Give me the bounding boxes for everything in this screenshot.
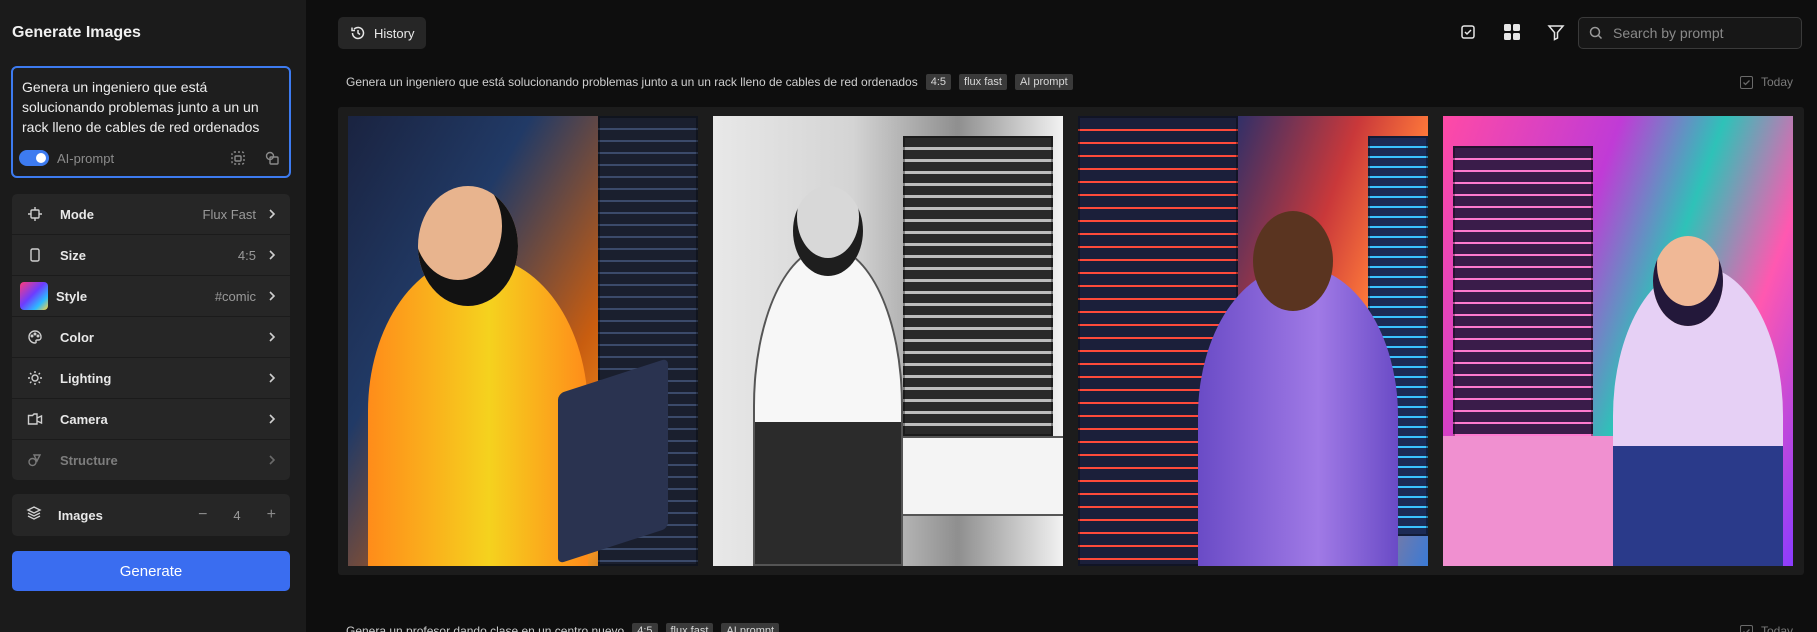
shapes-icon[interactable]	[263, 149, 281, 167]
group-1-date: Today	[1739, 75, 1793, 89]
option-camera[interactable]: Camera	[12, 399, 290, 439]
group-1-meta: Genera un ingeniero que está solucionand…	[346, 74, 1073, 90]
option-lighting-label: Lighting	[60, 370, 112, 386]
option-size-label: Size	[60, 247, 87, 263]
prompt-text[interactable]: Genera un ingeniero que está solucionand…	[22, 77, 284, 137]
option-mode-value: Flux Fast	[202, 206, 256, 222]
tag-aspect: 4:5	[632, 623, 658, 632]
camera-icon	[26, 410, 44, 428]
group-1-date-label: Today	[1760, 75, 1793, 89]
select-checkbox-icon[interactable]	[1458, 22, 1478, 42]
tag-aspect: 4:5	[925, 74, 952, 90]
chevron-right-icon	[268, 208, 278, 220]
generated-image-1[interactable]	[348, 116, 698, 566]
view-toolbar	[1458, 22, 1566, 42]
option-color-label: Color	[60, 329, 94, 345]
generate-button[interactable]: Generate	[12, 551, 290, 591]
option-style-value: #comic	[214, 288, 256, 304]
chevron-right-icon	[268, 331, 278, 343]
options-list: Mode Flux Fast Size 4:5 Style #comic Col…	[12, 194, 290, 481]
tag-ai-prompt: AI prompt	[721, 623, 780, 632]
mode-icon	[26, 205, 44, 223]
option-structure[interactable]: Structure	[12, 440, 290, 480]
option-style-label: Style	[56, 288, 88, 304]
images-stepper: − 4 +	[198, 506, 276, 524]
style-thumbnail	[20, 282, 48, 310]
images-count-row: Images − 4 +	[12, 494, 290, 536]
generated-image-4[interactable]	[1443, 116, 1793, 566]
search-box	[1578, 17, 1802, 49]
group-2-date: Today	[1739, 624, 1793, 632]
chevron-right-icon	[268, 290, 278, 302]
tag-ai-prompt: AI prompt	[1014, 74, 1073, 90]
option-mode-label: Mode	[60, 206, 94, 222]
image-gallery	[338, 107, 1804, 575]
option-structure-label: Structure	[60, 452, 118, 468]
tag-model: flux fast	[665, 623, 714, 632]
group-1-prompt[interactable]: Genera un ingeniero que está solucionand…	[346, 75, 918, 89]
structure-icon	[26, 451, 44, 469]
history-label: History	[374, 25, 415, 41]
images-count: 4	[233, 507, 241, 523]
generated-image-3[interactable]	[1078, 116, 1428, 566]
ai-prompt-toggle[interactable]	[19, 150, 49, 166]
chevron-right-icon	[268, 372, 278, 384]
search-icon	[1589, 26, 1603, 40]
group-2-prompt[interactable]: Genera un profesor dando clase en un cen…	[346, 624, 624, 632]
chevron-right-icon	[268, 413, 278, 425]
group-2-date-label: Today	[1760, 624, 1793, 632]
option-camera-label: Camera	[60, 411, 108, 427]
option-style[interactable]: Style #comic	[12, 276, 290, 316]
history-button[interactable]: History	[338, 17, 427, 49]
option-size-value: 4:5	[237, 247, 256, 263]
decrement-button[interactable]: −	[198, 506, 207, 524]
images-label: Images	[58, 507, 103, 523]
sidebar: Generate Images Genera un ingeniero que …	[0, 0, 306, 632]
prompt-toolbar: AI-prompt	[19, 148, 281, 168]
chevron-right-icon	[268, 249, 278, 261]
group-1-select-checkbox[interactable]	[1739, 75, 1753, 89]
group-2-meta: Genera un profesor dando clase en un cen…	[346, 623, 780, 632]
layers-icon	[26, 505, 42, 526]
sidebar-title: Generate Images	[12, 24, 141, 41]
prompt-input[interactable]: Genera un ingeniero que está solucionand…	[11, 66, 291, 178]
size-icon	[26, 246, 44, 264]
main-area: History Genera un ingeniero que está sol…	[306, 0, 1817, 632]
increment-button[interactable]: +	[267, 506, 276, 524]
group-2-select-checkbox[interactable]	[1739, 624, 1753, 632]
option-lighting[interactable]: Lighting	[12, 358, 290, 398]
sun-icon	[26, 369, 44, 387]
option-color[interactable]: Color	[12, 317, 290, 357]
filter-icon[interactable]	[1546, 22, 1566, 42]
palette-icon	[26, 328, 44, 346]
option-size[interactable]: Size 4:5	[12, 235, 290, 275]
image-upload-icon[interactable]	[229, 149, 247, 167]
chevron-right-icon	[268, 454, 278, 466]
generated-image-2[interactable]	[713, 116, 1063, 566]
ai-prompt-label: AI-prompt	[57, 150, 115, 166]
option-mode[interactable]: Mode Flux Fast	[12, 194, 290, 234]
grid-view-icon[interactable]	[1502, 22, 1522, 42]
search-input[interactable]	[1613, 25, 1783, 41]
history-icon	[351, 26, 365, 40]
tag-model: flux fast	[959, 74, 1007, 90]
